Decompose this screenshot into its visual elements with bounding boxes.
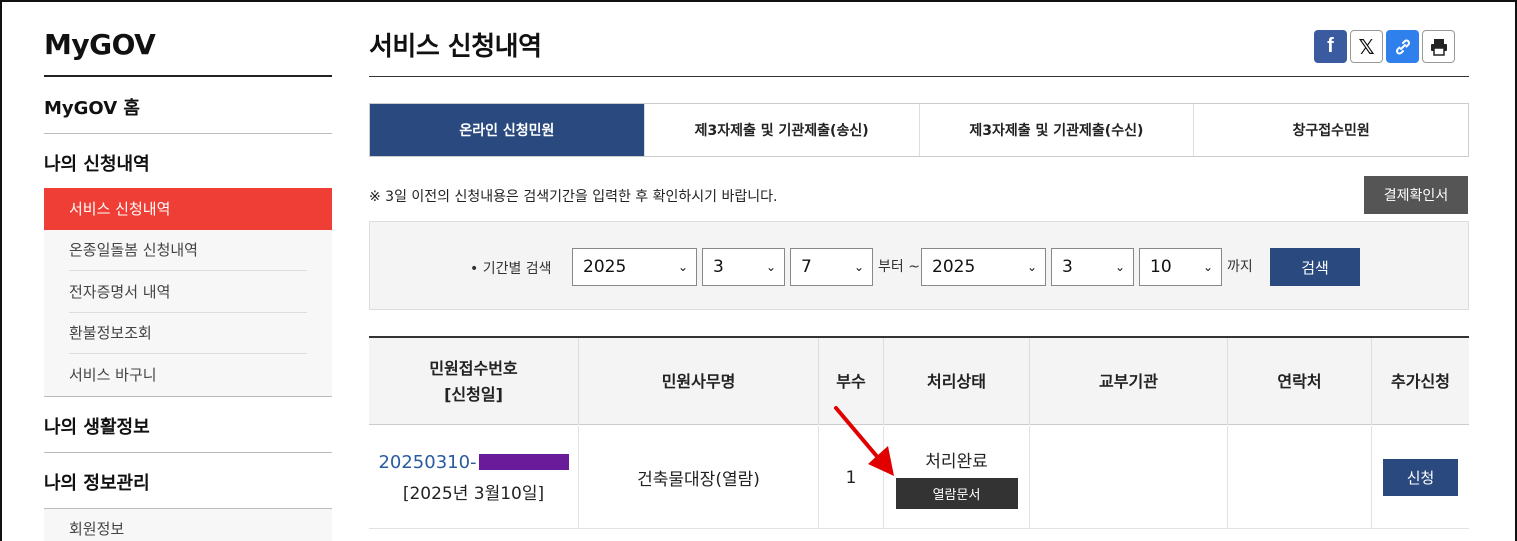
divider: [44, 133, 332, 134]
to-month-select[interactable]: 3 ⌄: [1051, 248, 1134, 286]
divider: [44, 452, 332, 453]
link-icon[interactable]: [1386, 30, 1419, 63]
red-arrow-icon: [834, 406, 894, 476]
tab-third-party-sent[interactable]: 제3자제출 및 기관제출(송신): [643, 104, 919, 156]
search-label: • 기간별 검색: [470, 261, 552, 277]
status-text: 처리완료: [925, 451, 988, 472]
chevron-down-icon: ⌄: [1202, 260, 1213, 274]
select-value: 2025: [932, 257, 976, 277]
header-receipt-number: 민원접수번호 [신청일]: [369, 338, 578, 425]
open-document-button[interactable]: 열람문서: [895, 477, 1018, 509]
from-year-select[interactable]: 2025 ⌄: [572, 248, 697, 286]
header-issuing-org: 교부기관: [1029, 338, 1227, 425]
applications-table: 민원접수번호 [신청일] 민원사무명 부수 처리상태 교부기관 연락처 추가신청 …: [369, 336, 1469, 529]
receipt-number-text: 20250310-: [378, 451, 477, 473]
search-panel: • 기간별 검색 2025 ⌄ 3 ⌄ 7 ⌄ 부터 ~ 2025 ⌄ 3 ⌄ 10 ⌄ 까…: [369, 221, 1469, 310]
sidebar-item-label: 나의 정보관리: [44, 473, 150, 494]
apply-date: [2025년 3월10일]: [402, 483, 545, 504]
payment-confirmation-button[interactable]: 결제확인서: [1364, 176, 1468, 214]
cell-issuing-org: [1029, 426, 1227, 529]
sidebar-item-label: MyGOV 홈: [44, 98, 140, 119]
sidebar-subitem-refund[interactable]: 환불정보조회: [69, 313, 307, 354]
sidebar-item-info-management[interactable]: 나의 정보관리: [44, 469, 332, 495]
chevron-down-icon: ⌄: [765, 260, 776, 274]
title-divider: [369, 76, 1469, 77]
chevron-down-icon: ⌄: [677, 260, 688, 274]
sidebar-item-label: 나의 생활정보: [44, 417, 150, 438]
select-value: 3: [713, 257, 724, 277]
sidebar-subitem-member-info[interactable]: 회원정보: [69, 509, 307, 541]
sidebar-subitem-service-applications[interactable]: 서비스 신청내역: [44, 188, 332, 230]
sidebar-subitem-e-certificates[interactable]: 전자증명서 내역: [69, 272, 307, 313]
x-icon[interactable]: 𝕏: [1350, 30, 1383, 63]
cell-service-name: 건축물대장(열람): [578, 426, 818, 529]
sidebar-item-label: 나의 신청내역: [44, 154, 150, 175]
row-divider: [369, 528, 1469, 529]
page-title: 서비스 신청내역: [369, 32, 542, 62]
header-label: [신청일]: [444, 384, 503, 404]
select-value: 10: [1150, 257, 1172, 277]
to-suffix: 까지: [1227, 259, 1253, 275]
chevron-down-icon: ⌄: [1114, 260, 1125, 274]
sidebar-item-life-info[interactable]: 나의 생활정보: [44, 413, 332, 439]
tab-online-applications[interactable]: 온라인 신청민원: [370, 104, 644, 156]
cell-contact: [1227, 426, 1371, 529]
sidebar-subitem-basket[interactable]: 서비스 바구니: [69, 355, 307, 396]
select-value: 2025: [583, 257, 627, 277]
redaction-block: [478, 454, 569, 470]
select-value: 3: [1062, 257, 1073, 277]
header-service-name: 민원사무명: [578, 338, 818, 425]
cell-status: 처리완료 열람문서: [883, 426, 1029, 529]
select-value: 7: [801, 257, 812, 277]
sidebar-item-home[interactable]: MyGOV 홈: [44, 94, 332, 120]
facebook-icon[interactable]: f: [1314, 30, 1347, 63]
receipt-number-link[interactable]: 20250310-: [378, 451, 569, 473]
header-label: 민원접수번호: [429, 358, 518, 378]
chevron-down-icon: ⌄: [1026, 260, 1037, 274]
tab-bar: 온라인 신청민원 제3자제출 및 기관제출(송신) 제3자제출 및 기관제출(수…: [369, 103, 1469, 157]
share-toolbar: f 𝕏: [1314, 30, 1455, 63]
from-month-select[interactable]: 3 ⌄: [702, 248, 785, 286]
header-status: 처리상태: [883, 338, 1029, 425]
from-day-select[interactable]: 7 ⌄: [790, 248, 873, 286]
cell-receipt-number: 20250310- [2025년 3월10일]: [369, 426, 578, 529]
from-suffix: 부터 ~: [878, 259, 920, 275]
cell-additional-apply: 신청: [1371, 426, 1469, 529]
print-icon[interactable]: [1422, 30, 1455, 63]
sidebar-subitem-care[interactable]: 온종일돌봄 신청내역: [69, 230, 307, 271]
to-day-select[interactable]: 10 ⌄: [1139, 248, 1222, 286]
tab-counter-applications[interactable]: 창구접수민원: [1193, 104, 1468, 156]
header-contact: 연락처: [1227, 338, 1371, 425]
apply-button[interactable]: 신청: [1383, 459, 1458, 496]
divider: [44, 396, 332, 397]
to-year-select[interactable]: 2025 ⌄: [921, 248, 1046, 286]
chevron-down-icon: ⌄: [853, 260, 864, 274]
notice-text: ※ 3일 이전의 신청내용은 검색기간을 입력한 후 확인하시기 바랍니다.: [369, 189, 778, 205]
sidebar-item-my-applications[interactable]: 나의 신청내역: [44, 150, 332, 176]
brand-logo[interactable]: MyGOV: [44, 28, 156, 61]
search-button[interactable]: 검색: [1270, 248, 1360, 286]
brand-divider: [44, 75, 332, 77]
tab-third-party-received[interactable]: 제3자제출 및 기관제출(수신): [918, 104, 1194, 156]
header-additional-apply: 추가신청: [1371, 338, 1469, 425]
service-name: 건축물대장(열람): [637, 470, 760, 490]
